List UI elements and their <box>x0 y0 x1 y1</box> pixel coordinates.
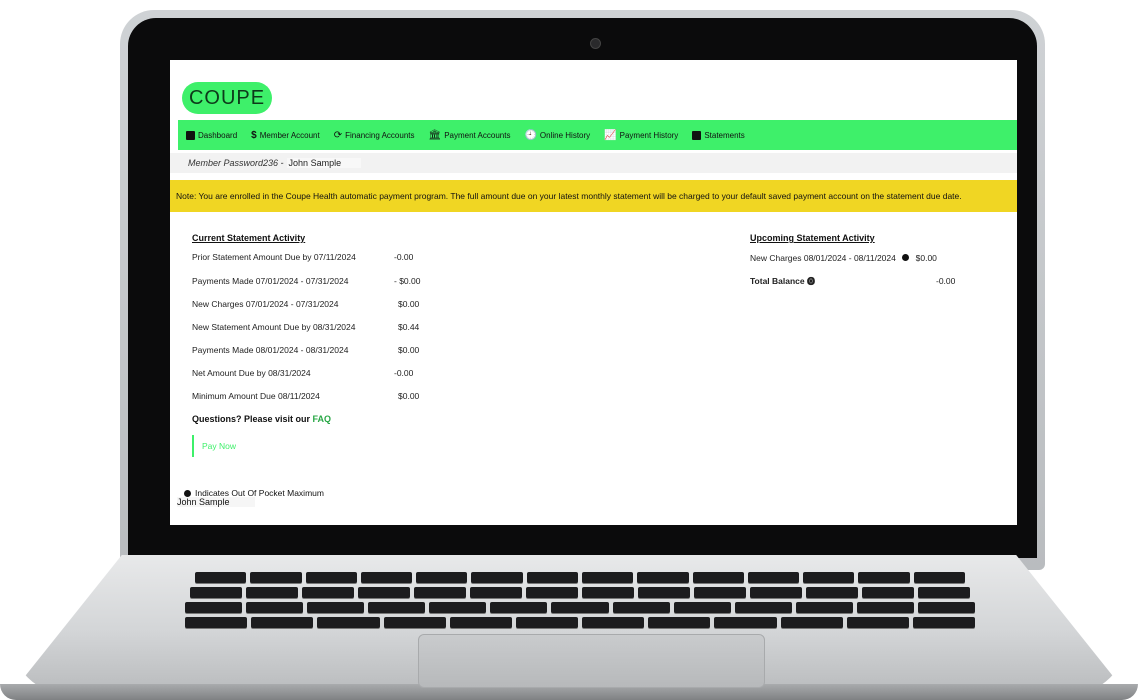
main-nav: Dashboard $ Member Account ⟳ Financing A… <box>178 120 1017 150</box>
upcoming-new-charges-amount: $0.00 <box>915 253 937 263</box>
keyboard-row <box>190 587 970 598</box>
nav-label: Financing Accounts <box>345 130 415 140</box>
nav-label: Dashboard <box>198 130 238 140</box>
keyboard-row <box>195 572 965 583</box>
total-balance: Total Balance ⓿ <box>750 276 815 287</box>
statement-row-label: New Statement Amount Due by 08/31/2024 <box>192 322 356 332</box>
statement-row-label: Net Amount Due by 08/31/2024 <box>192 368 311 378</box>
upcoming-new-charges: New Charges 08/01/2024 - 08/11/2024 $0.0… <box>750 253 937 263</box>
nav-item-payment-history[interactable]: 📈 Payment History <box>604 130 678 141</box>
bank-icon: 🏛 <box>428 129 442 141</box>
statement-row-amount: - $0.00 <box>394 276 421 286</box>
upcoming-new-charges-label: New Charges 08/01/2024 - 08/11/2024 <box>750 253 896 263</box>
nav-label: Member Account <box>259 130 320 140</box>
statement-row-label: New Charges 07/01/2024 - 07/31/2024 <box>192 299 339 309</box>
member-bar: Member Password236 - John Sample <box>170 153 1017 173</box>
total-balance-label: Total Balance <box>750 276 805 286</box>
coupe-logo[interactable]: COUPE <box>182 82 272 114</box>
clock-icon: 🕘 <box>524 129 537 141</box>
questions-text: Questions? Please visit our FAQ <box>192 414 331 424</box>
statement-row-amount: $0.00 <box>398 299 420 309</box>
refresh-icon: ⟳ <box>333 129 343 141</box>
statement-row-label: Prior Statement Amount Due by 07/11/2024 <box>192 252 356 262</box>
nav-item-financing-accounts[interactable]: ⟳ Financing Accounts <box>334 130 415 141</box>
nav-item-online-history[interactable]: 🕘 Online History <box>524 130 590 141</box>
keyboard <box>185 572 976 630</box>
pay-now-button[interactable]: Pay Now <box>192 435 242 457</box>
statement-row-amount: -0.00 <box>394 368 414 378</box>
nav-label: Payment Accounts <box>444 130 511 140</box>
questions-label: Questions? Please visit our <box>192 414 313 424</box>
nav-item-statements[interactable]: Statements <box>692 130 745 140</box>
statement-row-label: Payments Made 08/01/2024 - 08/31/2024 <box>192 345 349 355</box>
statement-row-amount: $0.00 <box>398 345 420 355</box>
nav-item-member-account[interactable]: $ Member Account <box>251 130 320 141</box>
nav-item-dashboard[interactable]: Dashboard <box>186 130 238 140</box>
chart-icon: 📈 <box>604 129 617 141</box>
member-label: Member Password236 - <box>188 158 284 168</box>
laptop-screen: COUPE Dashboard $ Member Account ⟳ Finan… <box>170 60 1017 525</box>
statement-row-label: Minimum Amount Due 08/11/2024 <box>192 391 320 401</box>
autopay-notice: Note: You are enrolled in the Coupe Heal… <box>170 180 1017 212</box>
footer-member-name: John Sample <box>177 497 255 507</box>
nav-label: Payment History <box>619 130 679 140</box>
dashboard-icon <box>186 130 195 140</box>
statement-row-label: Payments Made 07/01/2024 - 07/31/2024 <box>192 276 349 286</box>
keyboard-row <box>185 617 976 628</box>
statement-row-amount: $0.00 <box>398 391 420 401</box>
statement-row-amount: -0.00 <box>394 252 414 262</box>
oop-max-indicator-icon <box>184 489 191 497</box>
oop-max-indicator-icon <box>902 254 910 261</box>
nav-label: Statements <box>704 130 745 140</box>
document-icon <box>692 130 702 140</box>
webcam-icon <box>590 38 601 49</box>
info-icon: ⓿ <box>807 277 816 286</box>
current-statement-title: Current Statement Activity <box>192 233 306 243</box>
upcoming-statement-title: Upcoming Statement Activity <box>750 233 875 243</box>
total-balance-amount: -0.00 <box>936 276 956 286</box>
nav-label: Online History <box>539 130 591 140</box>
keyboard-row <box>185 602 976 613</box>
trackpad <box>418 634 765 688</box>
faq-link[interactable]: FAQ <box>313 414 332 424</box>
dollar-icon: $ <box>251 129 257 141</box>
nav-item-payment-accounts[interactable]: 🏛 Payment Accounts <box>429 130 511 141</box>
member-name: John Sample <box>286 158 362 168</box>
statement-row-amount: $0.44 <box>398 322 420 332</box>
